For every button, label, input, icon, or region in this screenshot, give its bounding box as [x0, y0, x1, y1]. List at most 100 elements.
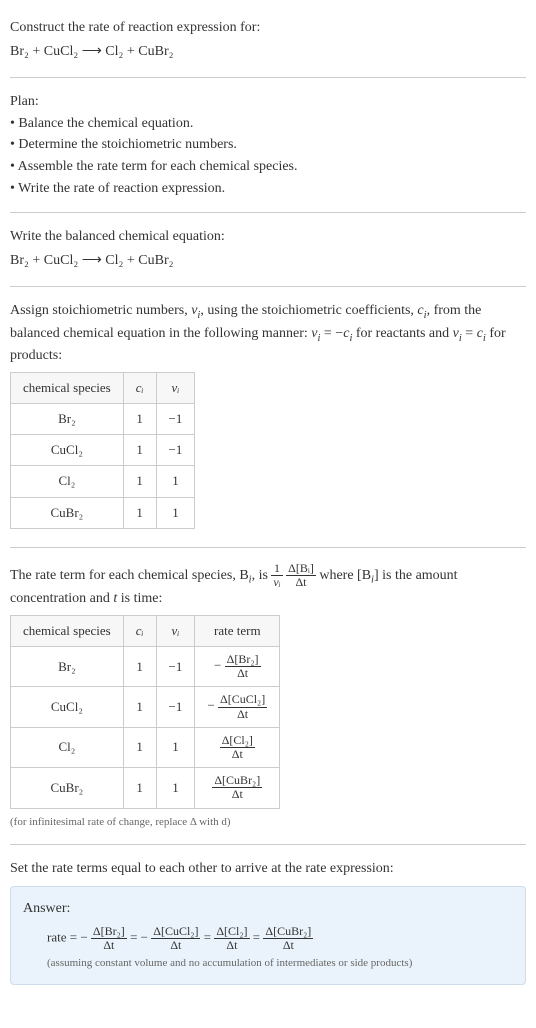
table-row: CuCl₂ 1 −1 − Δ[CuCl₂] Δt [11, 687, 280, 727]
cell-c: 1 [123, 404, 156, 435]
cell-c: 1 [123, 435, 156, 466]
divider [10, 547, 526, 548]
rate-frac-1: Δ[Br₂] Δt [91, 925, 127, 952]
plan-item: • Assemble the rate term for each chemic… [10, 157, 526, 177]
frac-delta-b: Δ[Bᵢ] Δt [286, 562, 316, 589]
assign-part: , using the stoichiometric coefficients, [200, 303, 417, 318]
cell-nu: 1 [156, 497, 195, 528]
cell-c: 1 [123, 727, 156, 767]
plan-item: • Balance the chemical equation. [10, 114, 526, 134]
cell-species: CuBr₂ [11, 768, 124, 808]
cell-species: Cl₂ [11, 466, 124, 497]
answer-label: Answer: [23, 899, 513, 919]
plan-title: Plan: [10, 92, 526, 112]
divider [10, 286, 526, 287]
rate-prefix: rate = − [47, 930, 88, 945]
cell-nu: −1 [156, 687, 195, 727]
cell-rate: Δ[Cl₂] Δt [195, 727, 280, 767]
cell-species: Br₂ [11, 404, 124, 435]
construct-text: Construct the rate of reaction expressio… [10, 18, 526, 38]
assign-text: Assign stoichiometric numbers, νi, using… [10, 301, 526, 366]
rate-frac: Δ[CuBr₂] Δt [212, 774, 262, 801]
cell-c: 1 [123, 647, 156, 687]
rate-expression: rate = − Δ[Br₂] Δt = − Δ[CuCl₂] Δt = Δ[C… [47, 925, 513, 952]
cell-species: CuCl₂ [11, 687, 124, 727]
cell-species: CuBr₂ [11, 497, 124, 528]
assign-part: for reactants and [352, 326, 452, 341]
table-row: Cl₂ 1 1 [11, 466, 195, 497]
stoich-table: chemical species cᵢ νᵢ Br₂ 1 −1 CuCl₂ 1 … [10, 372, 195, 529]
cell-nu: −1 [156, 435, 195, 466]
rate-frac: Δ[CuCl₂] Δt [218, 693, 267, 720]
table-row: CuBr₂ 1 1 Δ[CuBr₂] Δt [11, 768, 280, 808]
assign-part: Assign stoichiometric numbers, [10, 303, 191, 318]
cell-species: Br₂ [11, 647, 124, 687]
cell-nu: −1 [156, 647, 195, 687]
rate-term-text: The rate term for each chemical species,… [10, 562, 526, 609]
assign-part: = − [320, 326, 343, 341]
neg-sign: − [207, 698, 214, 713]
col-species: chemical species [11, 372, 124, 403]
rate-pre: The rate term for each chemical species,… [10, 568, 249, 583]
rate-mid: , is [252, 568, 272, 583]
infinitesimal-note: (for infinitesimal rate of change, repla… [10, 815, 526, 830]
table-row: Br₂ 1 −1 [11, 404, 195, 435]
table-row: Cl₂ 1 1 Δ[Cl₂] Δt [11, 727, 280, 767]
eq-sign: = − [130, 930, 148, 945]
col-c: cᵢ [123, 615, 156, 646]
rate-frac-4: Δ[CuBr₂] Δt [263, 925, 313, 952]
col-c: cᵢ [123, 372, 156, 403]
table-header-row: chemical species cᵢ νᵢ [11, 372, 195, 403]
balanced-section: Write the balanced chemical equation: Br… [10, 217, 526, 282]
plan-section: Plan: • Balance the chemical equation. •… [10, 82, 526, 208]
rate-term-table: chemical species cᵢ νᵢ rate term Br₂ 1 −… [10, 615, 280, 809]
cell-nu: 1 [156, 727, 195, 767]
col-nu: νᵢ [156, 615, 195, 646]
rate-post: where [B [319, 568, 371, 583]
set-equal-text: Set the rate terms equal to each other t… [10, 859, 526, 879]
rate-frac: Δ[Cl₂] Δt [220, 734, 255, 761]
cell-c: 1 [123, 466, 156, 497]
rate-post: is time: [117, 591, 162, 606]
set-equal-section: Set the rate terms equal to each other t… [10, 849, 526, 993]
divider [10, 844, 526, 845]
cell-rate: Δ[CuBr₂] Δt [195, 768, 280, 808]
reaction-equation: Br₂ + CuCl₂ ⟶ Cl₂ + CuBr₂ [10, 42, 526, 62]
cell-rate: − Δ[Br₂] Δt [195, 647, 280, 687]
table-header-row: chemical species cᵢ νᵢ rate term [11, 615, 280, 646]
answer-box: Answer: rate = − Δ[Br₂] Δt = − Δ[CuCl₂] … [10, 886, 526, 984]
cell-nu: 1 [156, 466, 195, 497]
col-species: chemical species [11, 615, 124, 646]
cell-nu: 1 [156, 768, 195, 808]
cell-species: CuCl₂ [11, 435, 124, 466]
assumption-note: (assuming constant volume and no accumul… [47, 956, 513, 971]
plan-item: • Determine the stoichiometric numbers. [10, 135, 526, 155]
balanced-equation: Br₂ + CuCl₂ ⟶ Cl₂ + CuBr₂ [10, 251, 526, 271]
divider [10, 212, 526, 213]
table-row: CuBr₂ 1 1 [11, 497, 195, 528]
cell-c: 1 [123, 687, 156, 727]
col-rate: rate term [195, 615, 280, 646]
eq-sign: = [253, 930, 264, 945]
divider [10, 77, 526, 78]
plan-item: • Write the rate of reaction expression. [10, 179, 526, 199]
header-section: Construct the rate of reaction expressio… [10, 8, 526, 73]
rate-frac-3: Δ[Cl₂] Δt [214, 925, 249, 952]
cell-c: 1 [123, 768, 156, 808]
table-row: CuCl₂ 1 −1 [11, 435, 195, 466]
col-nu: νᵢ [156, 372, 195, 403]
frac-one-over-nu: 1 νᵢ [271, 562, 282, 589]
balanced-intro: Write the balanced chemical equation: [10, 227, 526, 247]
rate-term-section: The rate term for each chemical species,… [10, 552, 526, 840]
cell-rate: − Δ[CuCl₂] Δt [195, 687, 280, 727]
cell-nu: −1 [156, 404, 195, 435]
neg-sign: − [214, 658, 221, 673]
table-row: Br₂ 1 −1 − Δ[Br₂] Δt [11, 647, 280, 687]
assign-section: Assign stoichiometric numbers, νi, using… [10, 291, 526, 543]
rate-frac: Δ[Br₂] Δt [225, 653, 261, 680]
cell-c: 1 [123, 497, 156, 528]
assign-part: = [462, 326, 477, 341]
rate-frac-2: Δ[CuCl₂] Δt [151, 925, 200, 952]
cell-species: Cl₂ [11, 727, 124, 767]
eq-sign: = [204, 930, 215, 945]
